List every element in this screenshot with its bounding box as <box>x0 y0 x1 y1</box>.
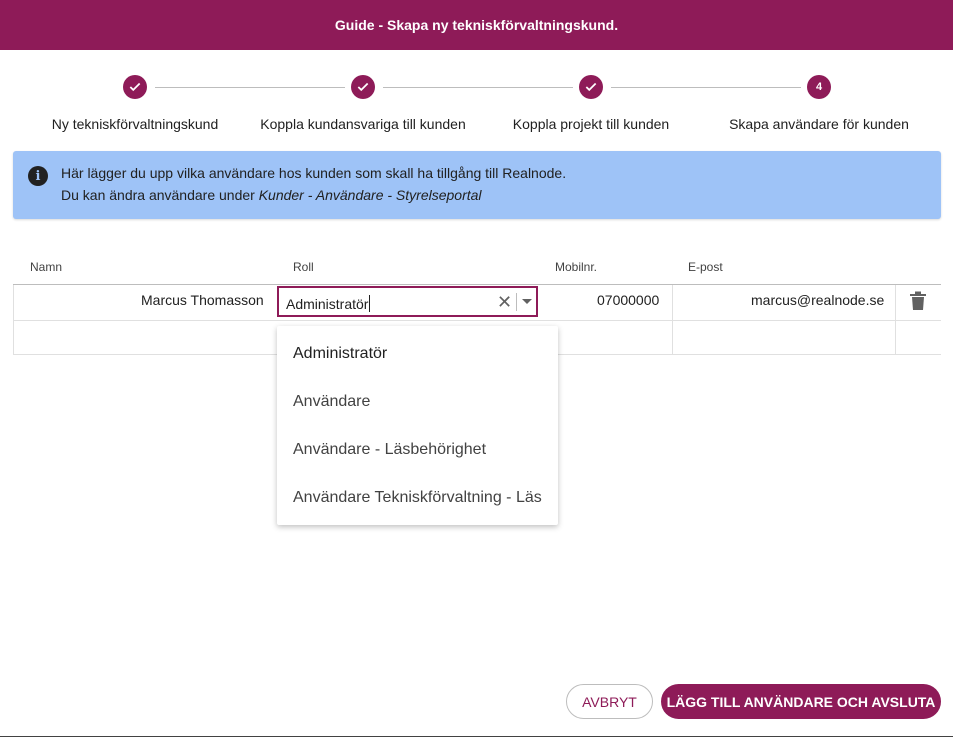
column-header-name: Namn <box>30 260 63 274</box>
dropdown-option-user[interactable]: Användare <box>293 393 370 411</box>
step-3-check-icon[interactable] <box>579 75 603 99</box>
step-4-label: Skapa användare för kunden <box>729 116 909 132</box>
row-divider <box>13 320 941 321</box>
step-2-label: Koppla kundansvariga till kunden <box>260 116 466 132</box>
step-4-number[interactable]: 4 <box>807 75 831 99</box>
info-text-path: Kunder - Användare - Styrelseportal <box>258 187 482 203</box>
email-field[interactable]: marcus@realnode.se <box>751 292 884 308</box>
info-text-prefix: Du kan ändra användare under <box>61 187 259 203</box>
step-connector <box>383 87 573 88</box>
cell-border <box>672 285 673 354</box>
step-2-check-icon[interactable] <box>351 75 375 99</box>
dialog-header: Guide - Skapa ny tekniskförvaltningskund… <box>0 0 953 50</box>
chevron-down-icon[interactable] <box>522 299 532 304</box>
role-select[interactable]: Administratör ✕ <box>277 286 538 317</box>
info-text-line1: Här lägger du upp vilka användare hos ku… <box>61 165 567 181</box>
info-banner: i Här lägger du upp vilka användare hos … <box>13 151 941 219</box>
step-connector <box>611 87 801 88</box>
column-header-mobile: Mobilnr. <box>555 260 598 274</box>
role-dropdown-menu: Administratör Användare Användare - Läsb… <box>277 326 558 525</box>
info-text-line2: Du kan ändra användare under Kunder - An… <box>61 187 482 203</box>
column-header-role: Roll <box>293 260 314 274</box>
select-separator <box>516 293 517 311</box>
step-1-check-icon[interactable] <box>123 75 147 99</box>
step-1-label: Ny tekniskförvaltningskund <box>51 116 219 132</box>
text-caret <box>369 295 371 312</box>
column-header-email: E-post <box>688 260 723 274</box>
cell-border <box>895 285 896 354</box>
dropdown-option-user-technical-read[interactable]: Användare Tekniskförvaltning - Läs <box>293 489 542 507</box>
dropdown-option-user-readonly[interactable]: Användare - Läsbehörighet <box>293 441 486 459</box>
clear-icon[interactable]: ✕ <box>497 292 512 312</box>
role-select-value[interactable]: Administratör <box>286 295 371 312</box>
step-connector <box>155 87 345 88</box>
name-field[interactable]: Marcus Thomasson <box>141 292 264 308</box>
trash-icon[interactable] <box>909 291 927 311</box>
info-icon: i <box>28 166 48 186</box>
dropdown-option-administrator[interactable]: Administratör <box>293 345 387 363</box>
table-header-divider <box>13 284 941 285</box>
cancel-button[interactable]: AVBRYT <box>566 684 653 719</box>
cell-border <box>13 285 14 354</box>
add-users-and-finish-button[interactable]: LÄGG TILL ANVÄNDARE OCH AVSLUTA <box>661 684 941 719</box>
mobile-field[interactable]: 07000000 <box>597 292 659 308</box>
step-3-label: Koppla projekt till kunden <box>512 116 670 132</box>
dialog-title: Guide - Skapa ny tekniskförvaltningskund… <box>334 17 619 33</box>
